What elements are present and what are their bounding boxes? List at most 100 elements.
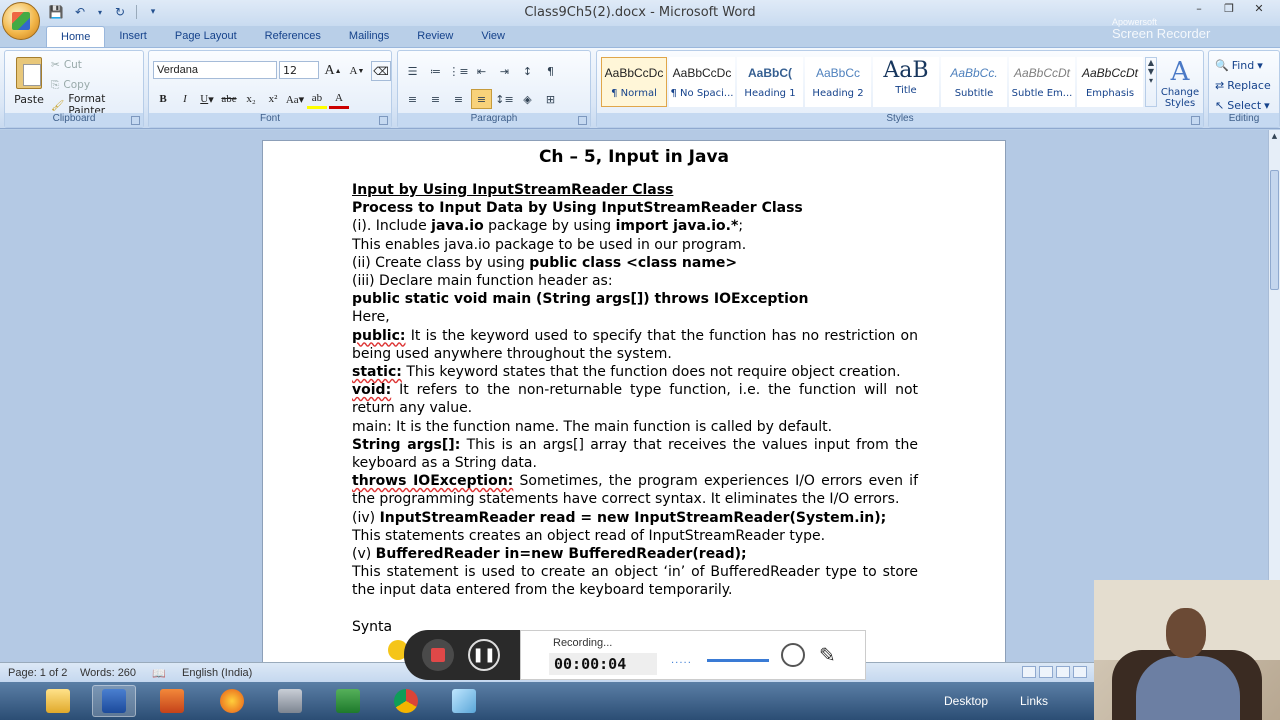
links-toolbar[interactable]: Links (1020, 694, 1048, 708)
taskbar: Desktop Links (0, 682, 1280, 720)
pen-icon[interactable]: ✎ (819, 643, 836, 667)
find-button[interactable]: 🔍 Find ▾ (1215, 55, 1271, 75)
clear-formatting-icon[interactable]: ⌫ (371, 61, 391, 81)
shrink-font-icon[interactable]: A ▼ (347, 61, 367, 81)
language[interactable]: English (India) (182, 667, 252, 679)
align-center-icon[interactable]: ≡ (425, 89, 446, 109)
style-heading-1[interactable]: AaBbC( Heading 1 (737, 57, 803, 107)
font-name-select[interactable]: Verdana (153, 61, 277, 79)
outline-icon[interactable] (1073, 666, 1087, 678)
tab-view[interactable]: View (467, 26, 519, 48)
tab-mailings[interactable]: Mailings (335, 26, 403, 48)
align-left-icon[interactable]: ≡ (402, 89, 423, 109)
superscript-icon[interactable]: x² (263, 89, 283, 109)
scroll-thumb[interactable] (1270, 170, 1279, 290)
firefox-taskbar-button[interactable] (210, 685, 254, 717)
pause-recording-button[interactable]: ❚❚ (468, 639, 500, 671)
stop-recording-button[interactable] (422, 639, 454, 671)
document-area: Ch – 5, Input in Java Input by Using Inp… (0, 130, 1268, 680)
settings-taskbar-button[interactable] (268, 685, 312, 717)
style-title[interactable]: AaB Title (873, 57, 939, 107)
tab-page-layout[interactable]: Page Layout (161, 26, 251, 48)
style-sample: AaBbCc. (950, 66, 998, 80)
close-button[interactable]: ✕ (1246, 2, 1272, 18)
styles-scroll-icon[interactable]: ▲ ▼ ▾ (1145, 57, 1157, 107)
document-page[interactable]: Ch – 5, Input in Java Input by Using Inp… (262, 140, 1006, 680)
change-case-icon[interactable]: Aa▾ (285, 89, 305, 109)
sort-icon[interactable]: ↕ (517, 61, 538, 81)
audio-level-icon: ..... (671, 655, 692, 666)
restore-button[interactable]: ❐ (1216, 2, 1242, 18)
decrease-indent-icon[interactable]: ⇤ (471, 61, 492, 81)
style-emphasis[interactable]: AaBbCcDt Emphasis (1077, 57, 1143, 107)
select-button[interactable]: ↖ Select ▾ (1215, 95, 1271, 115)
excel-taskbar-button[interactable] (326, 685, 370, 717)
volume-slider[interactable] (707, 659, 769, 662)
doc-paragraph: main: It is the function name. The main … (352, 418, 833, 435)
format-painter-button[interactable]: 🖌 Format Painter (51, 93, 143, 117)
tab-review[interactable]: Review (403, 26, 467, 48)
app-taskbar-button[interactable] (442, 685, 486, 717)
paragraph-launcher-icon[interactable] (578, 116, 587, 125)
webcam-icon[interactable] (781, 643, 805, 667)
full-screen-reading-icon[interactable] (1039, 666, 1053, 678)
align-right-icon[interactable]: ≡ (448, 89, 469, 109)
paste-button[interactable]: Paste (11, 55, 47, 111)
justify-icon[interactable]: ≡ (471, 89, 492, 109)
explorer-taskbar-button[interactable] (36, 685, 80, 717)
word-taskbar-button[interactable] (92, 685, 136, 717)
office-button[interactable] (2, 2, 40, 40)
multilevel-list-icon[interactable]: ⋮≡ (448, 61, 469, 81)
font-launcher-icon[interactable] (379, 116, 388, 125)
find-label: Find (1231, 58, 1255, 72)
scroll-up-icon[interactable]: ▲ (1270, 132, 1279, 142)
style-subtle-emphasis[interactable]: AaBbCcDt Subtle Em... (1009, 57, 1075, 107)
keyword: static: (352, 364, 402, 381)
paste-label: Paste (14, 93, 44, 106)
copy-label: Copy (63, 79, 91, 91)
font-color-icon[interactable]: A (329, 89, 349, 109)
web-layout-icon[interactable] (1056, 666, 1070, 678)
numbering-icon[interactable]: ≔ (425, 61, 446, 81)
chrome-taskbar-button[interactable] (384, 685, 428, 717)
tab-references[interactable]: References (251, 26, 335, 48)
font-size-select[interactable]: 12 (279, 61, 319, 79)
grow-font-icon[interactable]: A ▲ (323, 61, 343, 81)
style-normal[interactable]: AaBbCcDc ¶ Normal (601, 57, 667, 107)
binoculars-icon: 🔍 (1215, 58, 1229, 72)
desktop-toolbar[interactable]: Desktop (944, 694, 988, 708)
change-styles-button[interactable]: A Change Styles (1159, 57, 1201, 115)
italic-icon[interactable]: I (175, 89, 195, 109)
styles-launcher-icon[interactable] (1191, 116, 1200, 125)
subscript-icon[interactable]: x₂ (241, 89, 261, 109)
cut-button[interactable]: ✂ Cut (51, 55, 143, 75)
tab-insert[interactable]: Insert (105, 26, 161, 48)
strikethrough-icon[interactable]: abe (219, 89, 239, 109)
style-heading-2[interactable]: AaBbCc Heading 2 (805, 57, 871, 107)
clipboard-launcher-icon[interactable] (131, 116, 140, 125)
paragraph-label: Paragraph (398, 113, 590, 127)
highlight-icon[interactable]: ab (307, 89, 327, 109)
bold-icon[interactable]: B (153, 89, 173, 109)
print-layout-icon[interactable] (1022, 666, 1036, 678)
proofing-icon[interactable]: 📖 (152, 667, 166, 680)
page-count[interactable]: Page: 1 of 2 (8, 667, 67, 679)
borders-icon[interactable]: ⊞ (540, 89, 561, 109)
word-count[interactable]: Words: 260 (80, 667, 136, 679)
style-no-spacing[interactable]: AaBbCcDc ¶ No Spaci... (669, 57, 735, 107)
doc-line: (ii) Create class by using public class … (352, 254, 918, 272)
bullets-icon[interactable]: ☰ (402, 61, 423, 81)
style-subtitle[interactable]: AaBbCc. Subtitle (941, 57, 1007, 107)
shading-icon[interactable]: ◈ (517, 89, 538, 109)
tab-home[interactable]: Home (46, 26, 106, 48)
increase-indent-icon[interactable]: ⇥ (494, 61, 515, 81)
replace-button[interactable]: ⇄ Replace (1215, 75, 1271, 95)
style-sample: AaBbCcDc (672, 66, 732, 80)
document-body[interactable]: Input by Using InputStreamReader Class P… (352, 181, 918, 636)
copy-button[interactable]: ⎘ Copy (51, 75, 143, 95)
show-formatting-icon[interactable]: ¶ (540, 61, 561, 81)
powerpoint-taskbar-button[interactable] (150, 685, 194, 717)
line-spacing-icon[interactable]: ↕≡ (494, 89, 515, 109)
underline-icon[interactable]: U ▾ (197, 89, 217, 109)
doc-line: This statements creates an object read o… (352, 527, 826, 544)
